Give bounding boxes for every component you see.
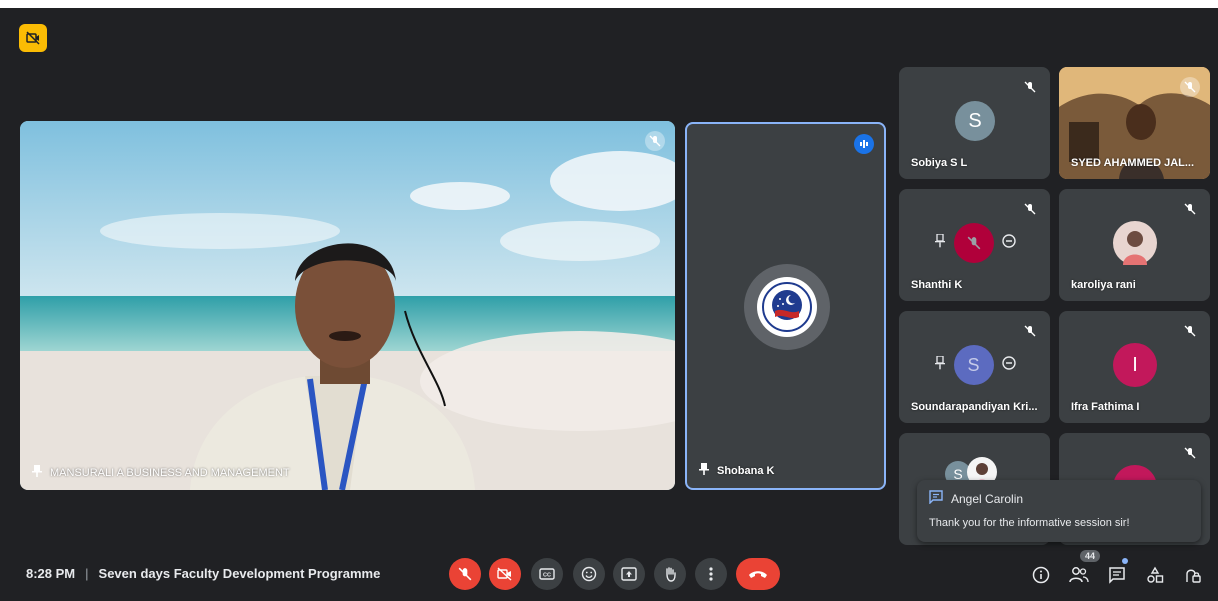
tile-hover-controls: S (899, 345, 1050, 385)
pin-icon[interactable] (32, 465, 42, 480)
mic-off-icon (1180, 199, 1200, 219)
people-count-badge: 44 (1080, 550, 1101, 562)
camera-off-icon (497, 567, 512, 581)
avatar (1113, 221, 1157, 265)
captions-button[interactable]: CC (531, 558, 563, 590)
participant-tile-syed[interactable]: SYED AHAMMED JAL... (1059, 67, 1210, 179)
camera-off-badge-icon[interactable] (19, 24, 47, 52)
meeting-details: 8:28 PM | Seven days Faculty Development… (26, 566, 380, 581)
participant-name: karoliya rani (1071, 279, 1136, 291)
pin-icon[interactable] (934, 354, 946, 375)
institute-logo (744, 264, 830, 350)
mic-off-icon (645, 131, 665, 151)
participant-name: Soundarapandiyan Kri... (911, 401, 1038, 413)
mic-off-icon (1020, 77, 1040, 97)
participant-tile-karoliya[interactable]: karoliya rani (1059, 189, 1210, 301)
mic-off-icon (1020, 199, 1040, 219)
main-speaker-label: MANSURALI A BUSINESS AND MANAGEMENT (32, 465, 290, 480)
virtual-background-image (20, 121, 675, 490)
reactions-button[interactable] (573, 558, 605, 590)
people-icon[interactable] (1068, 564, 1090, 586)
pin-icon[interactable] (934, 232, 946, 253)
avatar: I (1113, 343, 1157, 387)
pin-icon[interactable] (699, 463, 709, 478)
activities-icon[interactable] (1144, 564, 1166, 586)
meeting-title: Seven days Faculty Development Programme (98, 566, 381, 581)
avatar: S (955, 101, 995, 141)
captions-icon: CC (539, 568, 555, 580)
clock-time: 8:28 PM (26, 566, 76, 581)
participant-tile-shanthi[interactable]: Shanthi K (899, 189, 1050, 301)
participant-name: Sobiya S L (911, 157, 968, 169)
main-speaker-name: MANSURALI A BUSINESS AND MANAGEMENT (50, 466, 290, 479)
more-options-button[interactable] (695, 558, 727, 590)
present-icon (621, 567, 637, 581)
emoji-icon (581, 566, 597, 582)
chat-icon[interactable] (1106, 564, 1128, 586)
pinned-tile-label: Shobana K (699, 463, 774, 478)
more-vert-icon (709, 567, 713, 581)
participant-tile-sobiya[interactable]: S Sobiya S L (899, 67, 1050, 179)
chat-sender: Angel Carolin (951, 491, 1024, 506)
mic-off-icon (1180, 321, 1200, 341)
remove-participant-icon[interactable] (1001, 233, 1016, 253)
mic-off-icon (1180, 443, 1200, 463)
speaking-indicator-icon (854, 134, 874, 154)
hand-icon (666, 567, 676, 582)
chat-message: Thank you for the informative session si… (929, 517, 1130, 529)
mic-toggle-button[interactable] (449, 558, 481, 590)
participant-name: Shanthi K (911, 279, 963, 291)
mic-off-icon (458, 567, 472, 581)
svg-text:CC: CC (543, 573, 551, 579)
participant-name: Ifra Fathima I (1071, 401, 1140, 413)
participant-tile-ifra[interactable]: I Ifra Fathima I (1059, 311, 1210, 423)
mic-off-icon (1180, 77, 1200, 97)
tile-hover-controls (899, 223, 1050, 263)
main-speaker-tile[interactable]: MANSURALI A BUSINESS AND MANAGEMENT (20, 121, 675, 490)
bottom-control-bar: 8:28 PM | Seven days Faculty Development… (0, 544, 1218, 601)
camera-toggle-button[interactable] (489, 558, 521, 590)
participant-tile-soundarapandiyan[interactable]: S Soundarapandiyan Kri... (899, 311, 1050, 423)
leave-call-button[interactable] (736, 558, 780, 590)
mute-participant-icon[interactable] (953, 223, 994, 263)
avatar: S (953, 345, 994, 385)
participant-tile-shobana[interactable]: Shobana K (685, 122, 886, 490)
meeting-details-info-icon[interactable] (1030, 564, 1052, 586)
chat-notification[interactable]: Angel Carolin Thank you for the informat… (917, 480, 1201, 542)
host-controls-lock-icon[interactable] (1182, 564, 1204, 586)
present-screen-button[interactable] (613, 558, 645, 590)
participant-name: Shobana K (717, 464, 775, 477)
hang-up-icon (749, 571, 767, 578)
remove-participant-icon[interactable] (1001, 355, 1016, 375)
mic-off-icon (1020, 321, 1040, 341)
chat-icon (929, 490, 943, 507)
raise-hand-button[interactable] (654, 558, 686, 590)
meet-window: MANSURALI A BUSINESS AND MANAGEMENT Shob… (0, 8, 1218, 601)
participant-name: SYED AHAMMED JAL... (1071, 157, 1195, 169)
separator: | (85, 566, 89, 581)
